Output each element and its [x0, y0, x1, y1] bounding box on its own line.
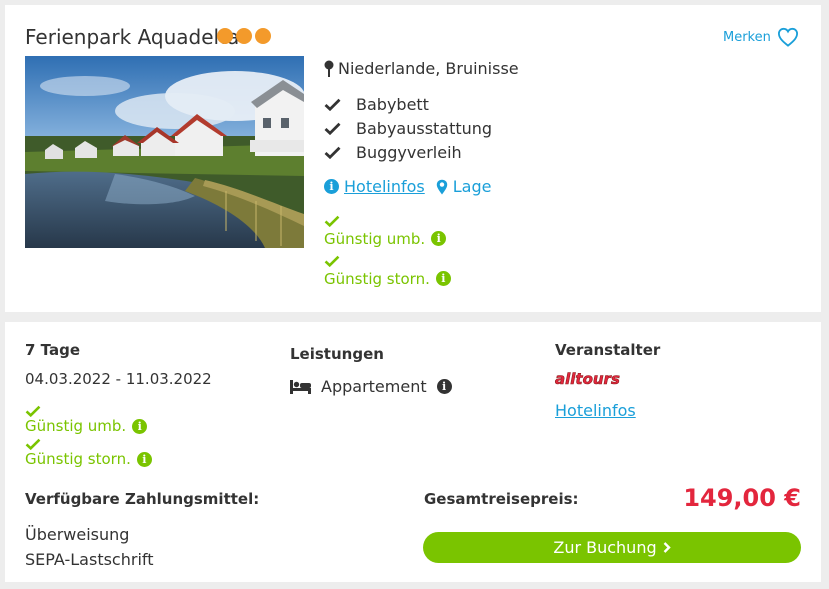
cancellation-condition[interactable]: Günstig storn. i — [25, 450, 152, 468]
check-icon — [324, 215, 340, 227]
info-icon[interactable]: i — [436, 379, 452, 394]
room-type-label: Appartement — [321, 377, 427, 396]
save-label: Merken — [723, 29, 771, 45]
hotel-photo-image — [25, 56, 304, 248]
rebooking-label: Günstig umb. — [324, 229, 426, 248]
services-heading: Leistungen — [290, 345, 384, 363]
payment-method: Überweisung — [25, 525, 130, 544]
hotel-location: Niederlande, Bruinisse — [324, 59, 519, 78]
feature-item: Babybett — [324, 92, 492, 116]
trip-dates: 04.03.2022 - 11.03.2022 — [25, 370, 212, 388]
check-icon — [324, 146, 356, 159]
info-icon[interactable]: i — [136, 451, 152, 467]
bed-icon — [290, 379, 311, 394]
info-icon: i — [324, 179, 339, 194]
hotel-name[interactable]: Ferienpark Aquadelta — [25, 25, 239, 49]
book-button[interactable]: Zur Buchung — [423, 532, 801, 563]
hotel-links: i Hotelinfos Lage — [324, 177, 491, 196]
rating-dot-icon — [255, 28, 271, 44]
offer-card: 7 Tage 04.03.2022 - 11.03.2022 Günstig u… — [5, 322, 821, 582]
payment-method: SEPA-Lastschrift — [25, 550, 154, 569]
map-pin-icon — [324, 60, 334, 77]
rebooking-condition[interactable]: Günstig umb. i — [324, 227, 451, 250]
payment-heading: Verfügbare Zahlungsmittel: — [25, 490, 260, 508]
location-marker-icon — [436, 179, 447, 194]
feature-item: Buggyverleih — [324, 140, 492, 164]
lage-label: Lage — [452, 177, 492, 196]
heart-icon — [777, 27, 798, 47]
hotel-card: Ferienpark Aquadelta Merken Niederlande,… — [5, 5, 821, 312]
operator-heading: Veranstalter — [555, 341, 661, 359]
cancellation-label: Günstig storn. — [324, 269, 430, 288]
feature-item: Babyausstattung — [324, 116, 492, 140]
rebooking-label: Günstig umb. — [25, 417, 127, 435]
hotelinfos-link[interactable]: i Hotelinfos — [324, 177, 425, 196]
room-type: Appartement i — [290, 377, 452, 396]
hotel-rating — [217, 28, 271, 44]
cancellation-label: Günstig storn. — [25, 450, 131, 468]
chevron-right-icon — [663, 542, 671, 553]
operator-logo-text: alltours — [555, 370, 620, 388]
operator-hotelinfos-link[interactable]: Hotelinfos — [555, 401, 636, 420]
rating-dot-icon — [217, 28, 233, 44]
check-icon — [25, 438, 41, 450]
rating-dot-icon — [236, 28, 252, 44]
feature-label: Babyausstattung — [356, 118, 493, 138]
cancellation-condition[interactable]: Günstig storn. i — [324, 267, 451, 290]
info-icon[interactable]: i — [132, 418, 148, 434]
location-text: Niederlande, Bruinisse — [338, 59, 519, 78]
total-price: 149,00 € — [683, 484, 801, 512]
hotel-conditions: Günstig umb. i Günstig storn. i — [324, 210, 451, 290]
payment-methods: Überweisung SEPA-Lastschrift — [25, 522, 154, 572]
operator-logo: alltours — [554, 369, 624, 393]
lage-link[interactable]: Lage — [436, 177, 492, 196]
total-price-heading: Gesamtreisepreis: — [424, 490, 579, 508]
check-icon — [324, 122, 356, 135]
hotelinfos-label: Hotelinfos — [344, 177, 425, 196]
rebooking-condition[interactable]: Günstig umb. i — [25, 417, 152, 435]
info-icon[interactable]: i — [431, 231, 447, 246]
check-icon — [25, 405, 41, 417]
check-icon — [324, 255, 340, 267]
feature-label: Babybett — [356, 94, 429, 114]
book-button-label: Zur Buchung — [553, 538, 657, 557]
trip-duration: 7 Tage — [25, 341, 80, 359]
feature-label: Buggyverleih — [356, 142, 462, 162]
feature-list: Babybett Babyausstattung Buggyverleih — [324, 92, 492, 164]
check-icon — [324, 98, 356, 111]
save-button[interactable]: Merken — [723, 27, 799, 47]
hotel-photo[interactable] — [25, 56, 304, 248]
info-icon[interactable]: i — [435, 271, 451, 286]
offer-conditions: Günstig umb. i Günstig storn. i — [25, 402, 152, 468]
